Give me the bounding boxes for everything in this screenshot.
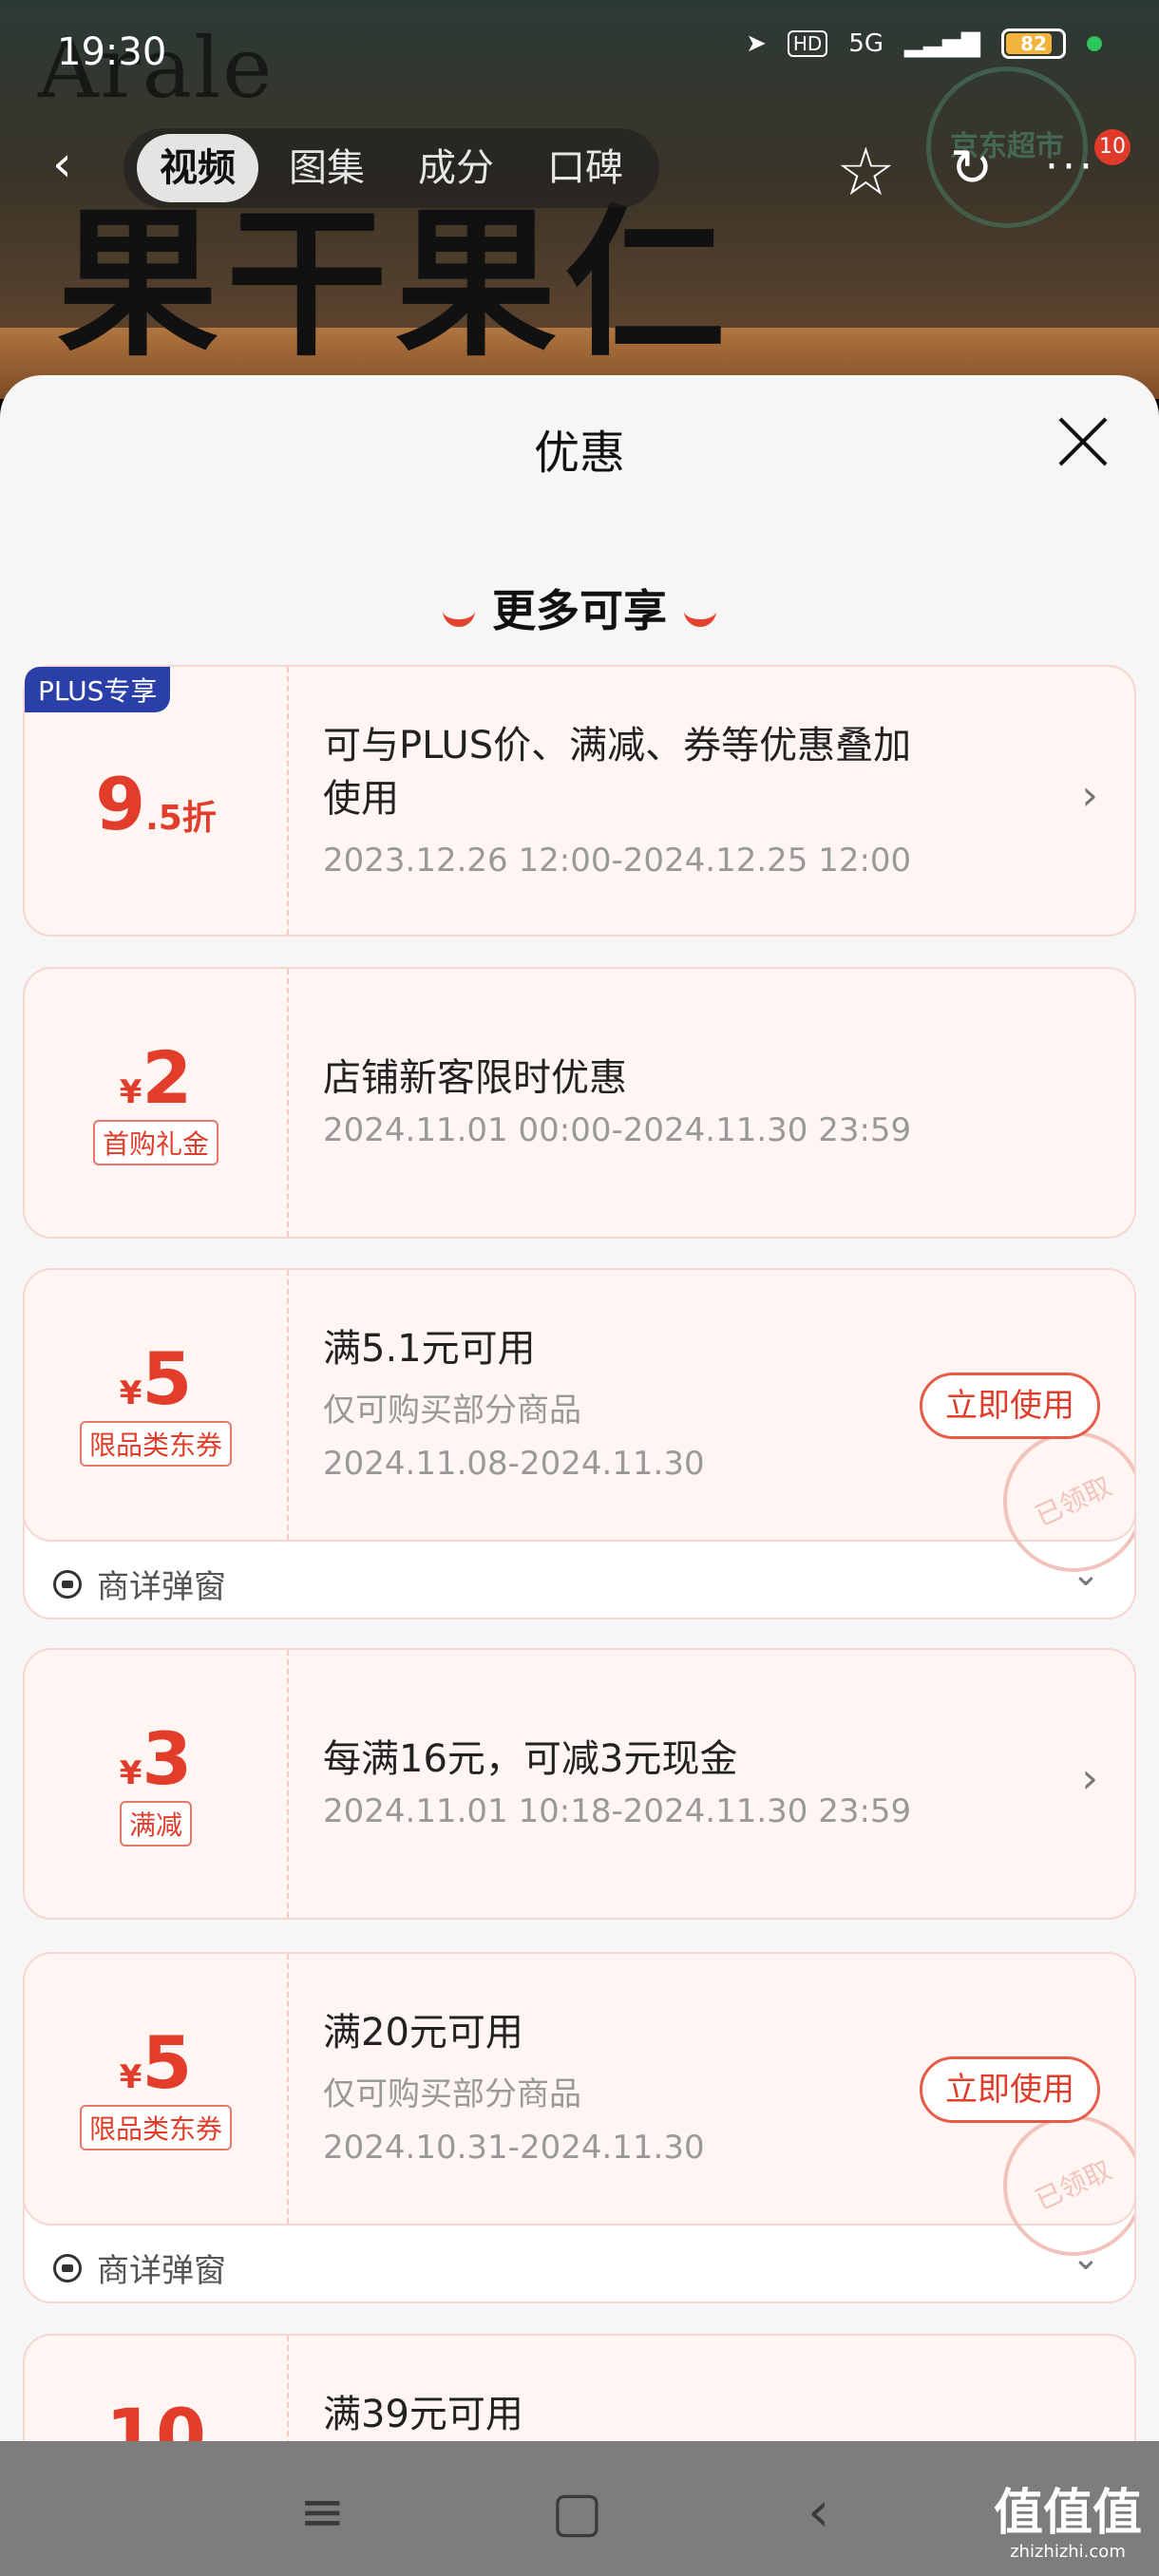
tab-reviews[interactable]: 口碑	[524, 134, 646, 202]
smile-icon	[684, 602, 716, 627]
offers-sheet: 优惠 更多可享 9.5折 PLUS专享 可与PLUS价、满减、券等优惠叠加 使用…	[0, 375, 1159, 2576]
chevron-down-icon[interactable]: ⌄	[1072, 1555, 1100, 1594]
battery-icon: 82	[1001, 28, 1066, 59]
popup-icon	[53, 2253, 82, 2282]
offer-title-cont: 使用	[323, 777, 399, 821]
media-tabs: 视频 图集 成分 口碑	[124, 128, 659, 208]
chevron-right-icon[interactable]: ›	[1081, 771, 1098, 820]
use-now-button[interactable]: 立即使用	[920, 1373, 1100, 1439]
tab-gallery[interactable]: 图集	[266, 134, 388, 202]
banner-title: 果干果仁	[57, 191, 734, 379]
favorite-star-icon[interactable]: ☆	[836, 133, 896, 211]
offer-title: 满39元可用	[323, 2393, 523, 2436]
tab-ingredients[interactable]: 成分	[395, 134, 517, 202]
back-icon[interactable]: ‹	[52, 140, 90, 189]
offer-tag: 限品类东券	[79, 1421, 232, 1467]
offer-amount: ¥5 限品类东券	[25, 1270, 289, 1540]
offer-card-new-customer[interactable]: ¥2 首购礼金 店铺新客限时优惠 2024.11.01 00:00-2024.1…	[23, 967, 1136, 1239]
offer-date: 2024.10.31-2024.11.30	[323, 2129, 705, 2167]
offer-date: 2024.11.08-2024.11.30	[323, 1445, 705, 1483]
offer-title: 可与PLUS价、满减、券等优惠叠加	[323, 724, 912, 767]
system-nav-bar: ≡ ▢ ‹ 值值值 zhizhizhi.com	[0, 2441, 1159, 2576]
offer-card-coupon[interactable]: ¥5 限品类东券 满20元可用 仅可购买部分商品 2024.10.31-2024…	[25, 1954, 1134, 2280]
privacy-dot-icon	[1087, 36, 1102, 51]
offer-amount: ¥5 限品类东券	[25, 1954, 289, 2224]
status-time: 19:30	[57, 30, 167, 74]
notification-badge: 10	[1094, 129, 1130, 165]
offer-title: 每满16元，可减3元现金	[323, 1737, 738, 1781]
offer-date: 2024.11.01 00:00-2024.11.30 23:59	[323, 1111, 912, 1149]
close-icon[interactable]	[1054, 413, 1112, 470]
smile-icon	[443, 602, 475, 627]
offer-tag: 首购礼金	[92, 1120, 218, 1165]
offer-tag: 限品类东券	[79, 2105, 232, 2150]
offer-date: 2023.12.26 12:00-2024.12.25 12:00	[323, 842, 912, 880]
offer-coupon-group: ¥5 限品类东券 满20元可用 仅可购买部分商品 2024.10.31-2024…	[23, 1952, 1136, 2303]
offer-title: 满5.1元可用	[323, 1327, 536, 1371]
share-icon[interactable]: ↻	[950, 138, 993, 198]
offer-title: 店铺新客限时优惠	[323, 1056, 627, 1100]
status-icons: ➤ HD 5G ▂▃▅▇ 82	[746, 28, 1102, 59]
offer-tag: 满减	[119, 1801, 192, 1847]
location-icon: ➤	[746, 29, 767, 58]
popup-icon	[53, 1569, 82, 1599]
site-watermark: 值值值 zhizhizhi.com	[993, 2485, 1142, 2562]
offer-amount: ¥2 首购礼金	[25, 969, 289, 1237]
coupon-footer[interactable]: 商详弹窗	[53, 2245, 226, 2291]
section-title: 更多可享	[0, 577, 1159, 639]
chevron-right-icon[interactable]: ›	[1081, 1754, 1098, 1803]
offer-coupon-group: ¥5 限品类东券 满5.1元可用 仅可购买部分商品 2024.11.08-202…	[23, 1268, 1136, 1619]
tab-video[interactable]: 视频	[137, 134, 258, 202]
offer-card-plus[interactable]: 9.5折 PLUS专享 可与PLUS价、满减、券等优惠叠加 使用 2023.12…	[23, 665, 1136, 937]
offer-title: 满20元可用	[323, 2011, 523, 2055]
coupon-footer[interactable]: 商详弹窗	[53, 1561, 226, 1607]
offer-subtitle: 仅可购买部分商品	[323, 1392, 581, 1430]
signal-icon: ▂▃▅▇	[904, 29, 980, 58]
menu-icon[interactable]: ≡	[299, 2479, 346, 2544]
more-icon[interactable]: ···	[1045, 142, 1096, 191]
offer-card-discount[interactable]: ¥3 满减 每满16元，可减3元现金 2024.11.01 10:18-2024…	[23, 1648, 1136, 1920]
back-nav-icon[interactable]: ‹	[808, 2479, 829, 2544]
sheet-title: 优惠	[533, 426, 625, 480]
plus-badge: PLUS专享	[25, 667, 171, 712]
hd-icon: HD	[787, 30, 828, 57]
network-label: 5G	[848, 29, 884, 58]
offer-card-coupon[interactable]: ¥5 限品类东券 满5.1元可用 仅可购买部分商品 2024.11.08-202…	[25, 1270, 1134, 1596]
offer-amount: ¥3 满减	[25, 1650, 289, 1918]
offer-date: 2024.11.01 10:18-2024.11.30 23:59	[323, 1792, 912, 1830]
home-icon[interactable]: ▢	[551, 2479, 603, 2544]
chevron-down-icon[interactable]: ⌄	[1072, 2239, 1100, 2278]
use-now-button[interactable]: 立即使用	[920, 2056, 1100, 2123]
offer-subtitle: 仅可购买部分商品	[323, 2075, 581, 2113]
